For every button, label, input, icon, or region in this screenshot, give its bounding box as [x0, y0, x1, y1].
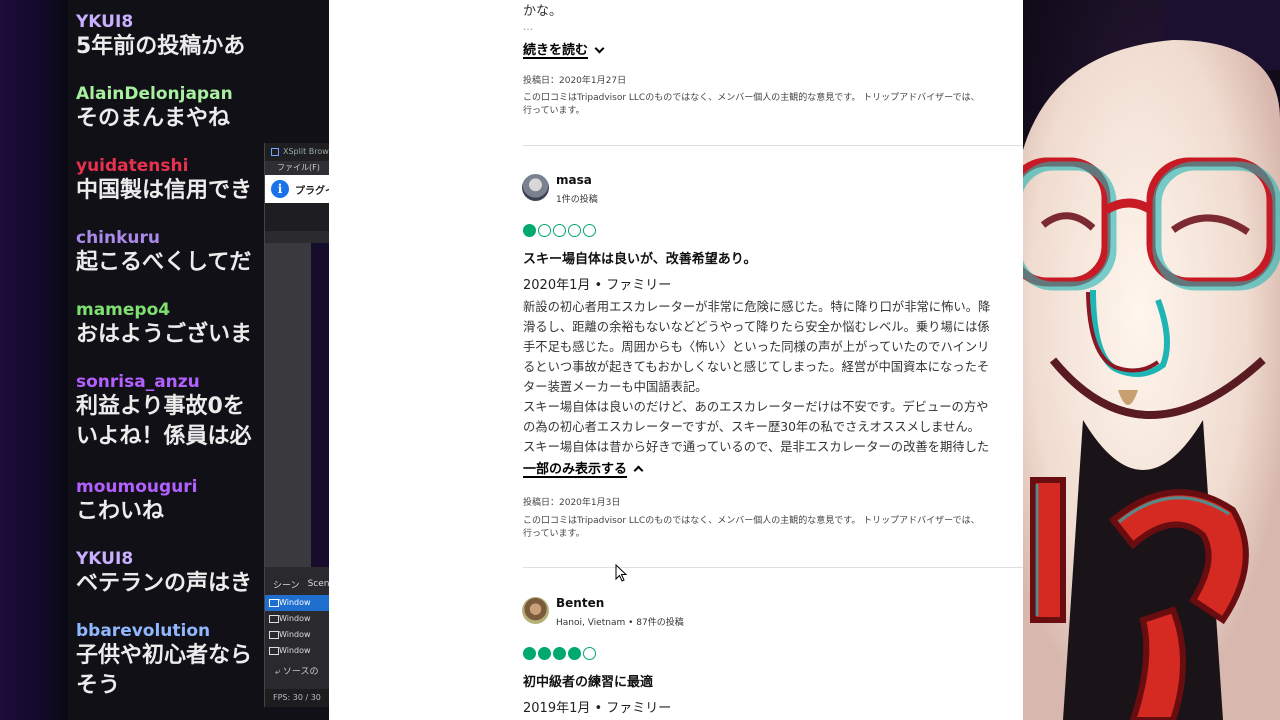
tab-scene[interactable]: シーン	[273, 578, 300, 591]
tab-scene-2[interactable]: Scen	[308, 579, 330, 589]
rating-bubbles	[523, 224, 596, 237]
avatar[interactable]	[522, 174, 549, 201]
divider	[523, 567, 1023, 568]
source-item[interactable]: Window	[265, 627, 330, 643]
posted-date: 投稿日：2020年1月3日	[523, 498, 621, 508]
posted-date: 投稿日：2020年1月27日	[523, 76, 627, 86]
xsplit-toolbar	[265, 203, 330, 231]
xsplit-info-bar: i プラグイ	[265, 175, 330, 203]
divider	[523, 145, 1023, 146]
rating-bubble-filled	[553, 647, 566, 660]
rating-bubble-empty	[583, 224, 596, 237]
chat-message-text: そのまんまやね	[76, 106, 231, 131]
source-item[interactable]: Window	[265, 643, 330, 659]
rating-bubble-empty	[553, 224, 566, 237]
reviewer-location: Hanoi, Vietnam • 87件の投稿	[556, 618, 684, 628]
info-icon: i	[271, 180, 289, 198]
chat-message-text: 5年前の投稿かあ	[76, 34, 246, 59]
reviewer-name[interactable]: Benten	[556, 596, 604, 610]
chat-username: AlainDelonjapan	[76, 84, 233, 104]
xsplit-preview	[265, 243, 330, 567]
rating-bubble-filled	[568, 647, 581, 660]
chat-username: YKUI8	[76, 12, 134, 32]
add-source-icon: ⤶	[275, 667, 283, 677]
reviewer-contributions: 1件の投稿	[556, 195, 598, 205]
xsplit-scene-tabs: シーン Scen	[265, 573, 330, 595]
ellipsis: …	[523, 22, 533, 33]
disclaimer-text: この口コミはTripadvisor LLCのものではなく、メンバー個人の主観的な…	[523, 516, 980, 539]
review-page: かな。 … 続きを読む 投稿日：2020年1月27日 この口コミはTripadv…	[329, 0, 1023, 720]
show-less-link[interactable]: 一部のみ表示する	[523, 458, 644, 477]
show-less-label: 一部のみ表示する	[523, 462, 628, 477]
xsplit-app-icon	[271, 148, 279, 156]
review-body: 新設の初心者用エスカレーターが非常に危険に感じた。特に降り口が非常に怖い。降 滑…	[523, 300, 991, 454]
add-source-label: ソースの	[282, 667, 319, 677]
rating-bubble-filled	[523, 647, 536, 660]
rating-bubble-empty	[583, 647, 596, 660]
xsplit-menu-file[interactable]: ファイル(F)	[265, 161, 330, 175]
chevron-up-icon	[633, 465, 644, 476]
review-title[interactable]: スキー場自体は良いが、改善希望あり。	[523, 248, 756, 267]
review-text-tail: かな。	[523, 4, 563, 19]
xsplit-scenes-panel: シーン Scen Window Window Window Window ⤶ ソ…	[265, 573, 330, 707]
chevron-down-icon	[594, 43, 605, 54]
xsplit-window: XSplit Brow ファイル(F) i プラグイ シーン Scen Wind…	[264, 143, 330, 707]
mouse-cursor-icon	[615, 564, 627, 582]
xsplit-title: XSplit Brow	[283, 147, 329, 156]
rating-bubbles	[523, 647, 596, 660]
rating-bubble-filled	[538, 647, 551, 660]
review-title[interactable]: 初中級者の練習に最適	[523, 671, 653, 690]
rating-bubble-filled	[523, 224, 536, 237]
rating-bubble-empty	[568, 224, 581, 237]
review-trip-meta: 2020年1月 • ファミリー	[523, 278, 672, 293]
disclaimer-text: この口コミはTripadvisor LLCのものではなく、メンバー個人の主観的な…	[523, 93, 980, 116]
source-item[interactable]: Window	[265, 595, 330, 611]
read-more-link[interactable]: 続きを読む	[523, 39, 605, 58]
review-trip-meta: 2019年1月 • ファミリー	[523, 701, 672, 716]
background-left	[0, 0, 68, 720]
source-item[interactable]: Window	[265, 611, 330, 627]
avatar[interactable]	[522, 597, 549, 624]
chat-message: YKUI8 5年前の投稿かあ	[76, 12, 330, 62]
reviewer-name[interactable]: masa	[556, 173, 592, 187]
streamer-avatar-art	[1023, 0, 1280, 720]
xsplit-info-text: プラグイ	[295, 185, 330, 197]
screen: YKUI8 5年前の投稿かあ AlainDelonjapan そのまんまやね yuida…	[0, 0, 1280, 720]
xsplit-titlebar: XSplit Brow	[265, 143, 330, 161]
chat-message: AlainDelonjapan そのまんまやね	[76, 84, 330, 134]
fps-readout: FPS: 30 / 30	[265, 689, 330, 707]
rating-bubble-empty	[538, 224, 551, 237]
read-more-label: 続きを読む	[523, 43, 589, 58]
xsplit-preview-canvas	[311, 243, 330, 567]
add-source-button[interactable]: ⤶ ソースの	[265, 663, 330, 681]
